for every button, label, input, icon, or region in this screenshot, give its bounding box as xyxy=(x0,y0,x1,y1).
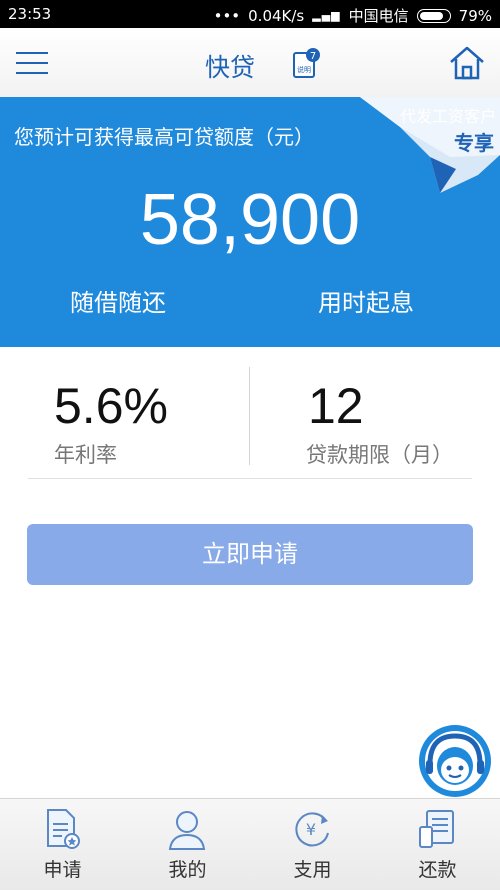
nav-withdraw[interactable]: ¥ 支用 xyxy=(250,799,375,890)
bottom-nav: 申请 我的 ¥ 支用 还款 xyxy=(0,798,500,890)
instructions-icon[interactable]: 7 说明 xyxy=(292,47,320,79)
status-bar: 23:53 ••• 0.04K/s ▂▄▆ 中国电信 79% xyxy=(0,0,500,28)
nav-apply[interactable]: 申请 xyxy=(0,799,125,890)
repay-icon xyxy=(419,810,454,848)
status-time: 23:53 xyxy=(8,5,52,23)
feature-flexible-repay: 随借随还 xyxy=(70,289,166,317)
nav-mine[interactable]: 我的 xyxy=(125,799,250,890)
user-icon xyxy=(168,811,206,850)
status-dots: ••• xyxy=(213,6,241,25)
instructions-label: 说明 xyxy=(297,65,311,74)
menu-icon[interactable] xyxy=(16,50,48,76)
payroll-customer-ribbon: 代发工资客户 专享 xyxy=(360,97,500,197)
network-speed: 0.04K/s xyxy=(248,6,305,25)
svg-text:¥: ¥ xyxy=(306,820,316,839)
signal-icon: ▂▄▆ xyxy=(312,9,341,22)
annual-rate-value: 5.6% xyxy=(54,378,168,434)
nav-repay[interactable]: 还款 xyxy=(375,799,500,890)
instructions-badge: 7 xyxy=(310,51,316,62)
page-title: 快贷 xyxy=(204,53,255,82)
carrier-name: 中国电信 xyxy=(348,7,409,25)
ribbon-line1: 代发工资客户 xyxy=(399,107,496,126)
loan-term-value: 12 xyxy=(308,378,364,434)
credit-limit-banner: 您预计可获得最高可贷额度（元） 58,900 随借随还 用时起息 代发工资客户 … xyxy=(0,97,500,347)
battery-percent: 79% xyxy=(458,6,492,25)
yuan-cycle-icon: ¥ xyxy=(295,812,329,847)
status-right: ••• 0.04K/s ▂▄▆ 中国电信 79% xyxy=(214,5,492,26)
nav-withdraw-label: 支用 xyxy=(293,859,332,881)
loan-term-label: 贷款期限（月） xyxy=(306,443,453,467)
nav-repay-label: 还款 xyxy=(418,859,457,881)
feature-interest-start: 用时起息 xyxy=(318,289,414,317)
home-icon[interactable] xyxy=(448,44,486,82)
loan-info-row: 5.6% 年利率 12 贷款期限（月） xyxy=(0,347,500,477)
nav-mine-label: 我的 xyxy=(168,859,207,881)
app-header: 快贷 7 说明 xyxy=(0,28,500,98)
customer-service-icon[interactable] xyxy=(418,724,492,798)
annual-rate-label: 年利率 xyxy=(54,443,117,467)
info-separator xyxy=(28,478,472,479)
info-divider xyxy=(249,367,250,465)
battery-icon xyxy=(416,8,451,23)
apply-now-button[interactable]: 立即申请 xyxy=(27,524,473,585)
ribbon-line2: 专享 xyxy=(454,131,494,155)
nav-apply-label: 申请 xyxy=(43,859,82,881)
apply-doc-icon xyxy=(47,809,80,849)
limit-subtitle: 您预计可获得最高可贷额度（元） xyxy=(14,125,314,149)
